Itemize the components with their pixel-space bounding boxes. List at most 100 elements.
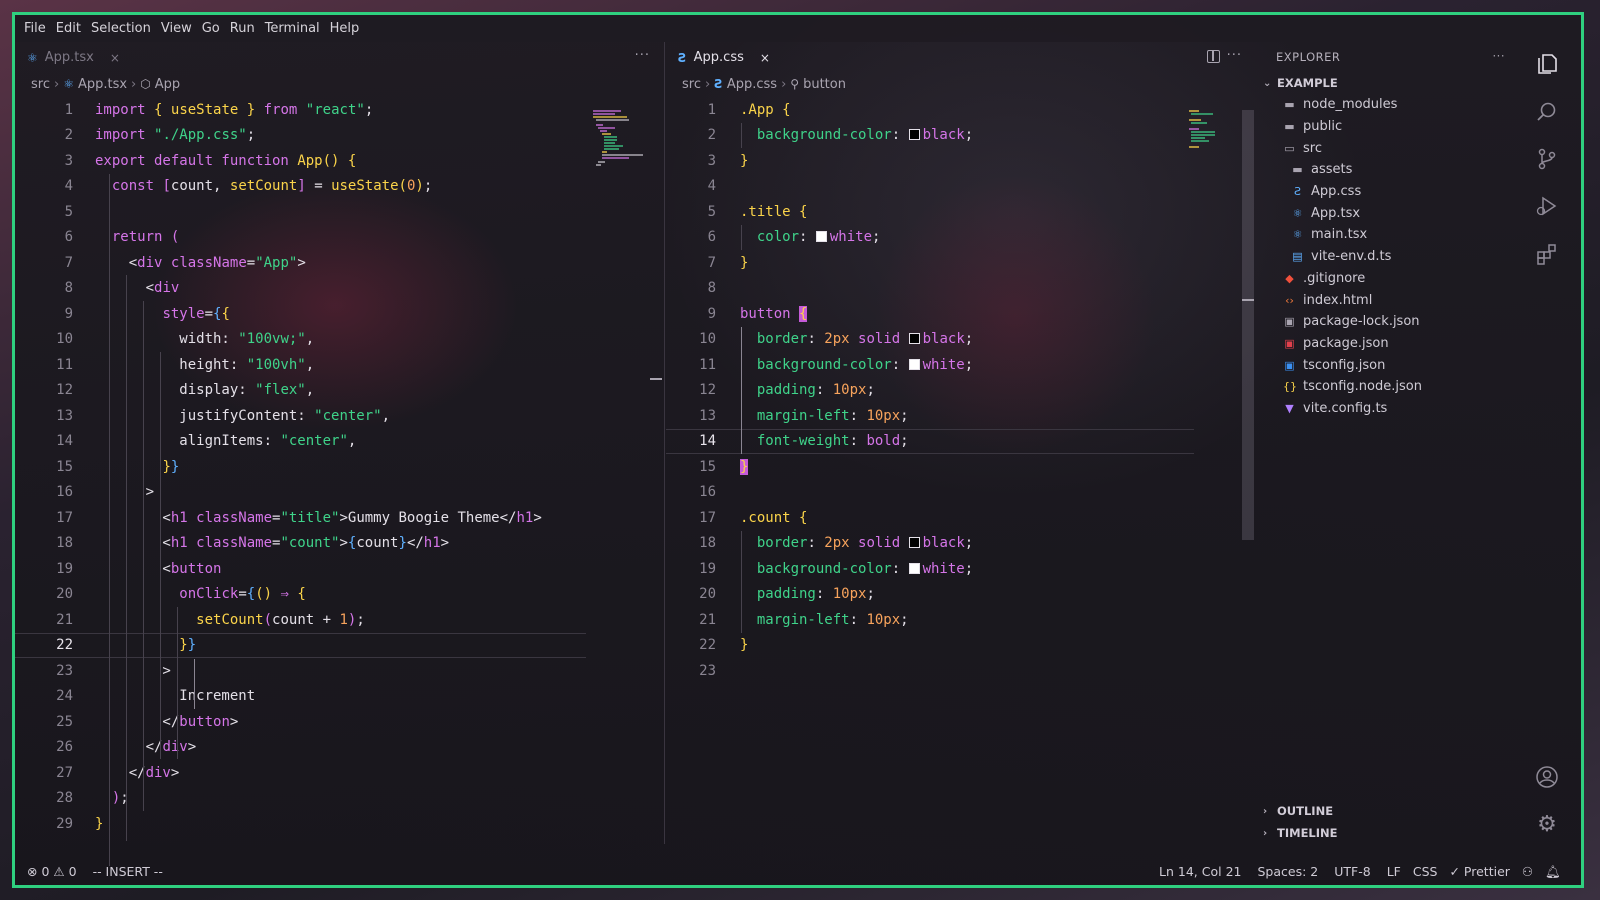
color-swatch[interactable] xyxy=(908,333,920,345)
close-icon[interactable]: × xyxy=(760,51,770,65)
code-line: 29} xyxy=(56,815,104,832)
breadcrumb-folder[interactable]: src xyxy=(682,77,701,92)
breadcrumb: src › ⚛ App.tsx › ⬡ App xyxy=(15,73,664,95)
run-debug-icon[interactable] xyxy=(1534,194,1560,220)
more-actions-icon[interactable]: ··· xyxy=(1227,48,1242,63)
breadcrumb-file[interactable]: App.css xyxy=(727,77,777,92)
tab-app-css[interactable]: Ƨ App.css × xyxy=(666,42,780,73)
tab-label: App.tsx xyxy=(44,50,94,65)
menu-file[interactable]: File xyxy=(24,21,46,36)
menu-edit[interactable]: Edit xyxy=(56,21,81,36)
current-code-line: 22 }} xyxy=(15,632,586,658)
folder-icon: ▬ xyxy=(1284,98,1295,112)
account-icon[interactable] xyxy=(1534,765,1560,791)
breadcrumb-file[interactable]: App.tsx xyxy=(78,77,127,92)
code-line: 10 width: "100vw;", xyxy=(56,331,315,348)
explorer-item[interactable]: ▼ vite.config.ts xyxy=(1257,398,1519,420)
notifications-bell-icon[interactable]: 🔔︎ xyxy=(1545,864,1561,880)
minimap[interactable] xyxy=(1189,109,1223,151)
timeline-section[interactable]: › TIMELINE xyxy=(1257,822,1519,844)
breadcrumb: src › Ƨ App.css › ⚲ button xyxy=(666,73,1256,95)
menu-view[interactable]: View xyxy=(161,21,192,36)
feedback-icon[interactable]: ⚇ xyxy=(1522,864,1533,879)
language-mode[interactable]: CSS xyxy=(1413,864,1438,879)
timeline-label: TIMELINE xyxy=(1277,826,1338,840)
code-line: 8 <div xyxy=(64,280,180,297)
code-editor-right[interactable]: 1 .App { 2 background-color: black; 3} 4 … xyxy=(666,97,1256,684)
vertical-scrollbar[interactable] xyxy=(1242,110,1254,540)
tab-app-tsx[interactable]: ⚛ App.tsx × xyxy=(15,42,130,73)
breadcrumb-symbol[interactable]: App xyxy=(155,77,180,92)
chevron-right-icon: › xyxy=(1263,805,1268,817)
code-line: 4 const [count, setCount] = useState(0); xyxy=(64,178,433,195)
breadcrumb-symbol[interactable]: button xyxy=(803,77,846,92)
code-line: 5 .title { xyxy=(707,203,808,220)
breadcrumb-folder[interactable]: src xyxy=(31,77,50,92)
end-of-line[interactable]: LF xyxy=(1387,864,1401,879)
encoding[interactable]: UTF-8 xyxy=(1334,864,1370,879)
code-line: 13 justifyContent: "center", xyxy=(56,407,391,424)
color-swatch[interactable] xyxy=(908,562,920,574)
color-swatch[interactable] xyxy=(908,537,920,549)
prettier-status[interactable]: ✓ Prettier xyxy=(1449,864,1509,879)
outline-section[interactable]: › OUTLINE xyxy=(1257,800,1519,822)
indent-guide xyxy=(143,301,144,811)
cursor-position[interactable]: Ln 14, Col 21 xyxy=(1159,864,1241,879)
more-actions-icon[interactable]: ··· xyxy=(1493,49,1505,63)
code-line: 11 background-color: white; xyxy=(699,356,974,373)
extensions-icon[interactable] xyxy=(1534,242,1560,268)
menu-terminal[interactable]: Terminal xyxy=(265,21,320,36)
lock-file-icon: ▣ xyxy=(1284,315,1295,329)
explorer-item[interactable]: ▬ node_modules xyxy=(1257,94,1519,116)
color-swatch[interactable] xyxy=(815,231,827,243)
current-code-line: 14 font-weight: bold; xyxy=(666,428,1194,454)
split-editor-icon[interactable] xyxy=(1207,50,1220,63)
explorer-item[interactable]: ‹› index.html xyxy=(1257,289,1519,311)
menu-selection[interactable]: Selection xyxy=(91,21,151,36)
source-control-icon[interactable] xyxy=(1534,147,1560,173)
explorer-item[interactable]: Ƨ App.css xyxy=(1257,181,1519,203)
explorer-item[interactable]: ▣ package-lock.json xyxy=(1257,311,1519,333)
explorer-item[interactable]: ◆ .gitignore xyxy=(1257,268,1519,290)
code-line: 12 padding: 10px; xyxy=(699,382,875,399)
explorer-item[interactable]: ▣ package.json xyxy=(1257,333,1519,355)
menu-run[interactable]: Run xyxy=(230,21,255,36)
explorer-item[interactable]: ⚛ main.tsx xyxy=(1257,224,1519,246)
code-editor-left[interactable]: 1 import { useState } from "react"; 2 impo… xyxy=(15,97,664,866)
code-line: 21 setCount(count + 1); xyxy=(56,611,365,628)
menu-go[interactable]: Go xyxy=(202,21,220,36)
explorer-root-folder[interactable]: ⌄ EXAMPLE xyxy=(1257,72,1519,94)
explorer-item[interactable]: {} tsconfig.node.json xyxy=(1257,376,1519,398)
explorer-item[interactable]: ▬ assets xyxy=(1257,159,1519,181)
chevron-right-icon: › xyxy=(131,76,137,92)
code-line: 16 xyxy=(699,484,716,501)
explorer-item[interactable]: ▣ tsconfig.json xyxy=(1257,354,1519,376)
minimap[interactable] xyxy=(593,109,653,169)
code-line: 17 .count { xyxy=(699,509,808,526)
code-line: 7} xyxy=(707,254,749,271)
color-swatch[interactable] xyxy=(908,129,920,141)
code-line: 22} xyxy=(699,637,749,654)
indent-guide xyxy=(741,531,742,633)
react-file-icon: ⚛ xyxy=(27,50,38,65)
menu-help[interactable]: Help xyxy=(330,21,360,36)
explorer-item[interactable]: ▤ vite-env.d.ts xyxy=(1257,246,1519,268)
explorer-files-icon[interactable] xyxy=(1534,52,1560,78)
close-icon[interactable]: × xyxy=(110,51,120,65)
explorer-item[interactable]: ▭ src xyxy=(1257,137,1519,159)
explorer-item-label: App.css xyxy=(1311,184,1362,200)
search-icon[interactable] xyxy=(1534,100,1560,126)
left-tab-bar: ⚛ App.tsx × ··· xyxy=(15,42,664,73)
menu-bar: File Edit Selection View Go Run Terminal… xyxy=(15,15,1581,42)
indent-guide xyxy=(126,275,127,841)
explorer-item[interactable]: ▬ public xyxy=(1257,116,1519,138)
explorer-item-label: .gitignore xyxy=(1303,270,1366,286)
color-swatch[interactable] xyxy=(908,358,920,370)
explorer-item[interactable]: ⚛ App.tsx xyxy=(1257,202,1519,224)
chevron-right-icon: › xyxy=(1263,827,1268,839)
code-line: 5 xyxy=(64,203,73,220)
settings-gear-icon[interactable]: ⚙ xyxy=(1534,812,1560,838)
problems-indicator[interactable]: ⊗ 0 ⚠ 0 xyxy=(27,864,77,879)
indentation[interactable]: Spaces: 2 xyxy=(1257,864,1318,879)
more-actions-icon[interactable]: ··· xyxy=(635,48,650,63)
